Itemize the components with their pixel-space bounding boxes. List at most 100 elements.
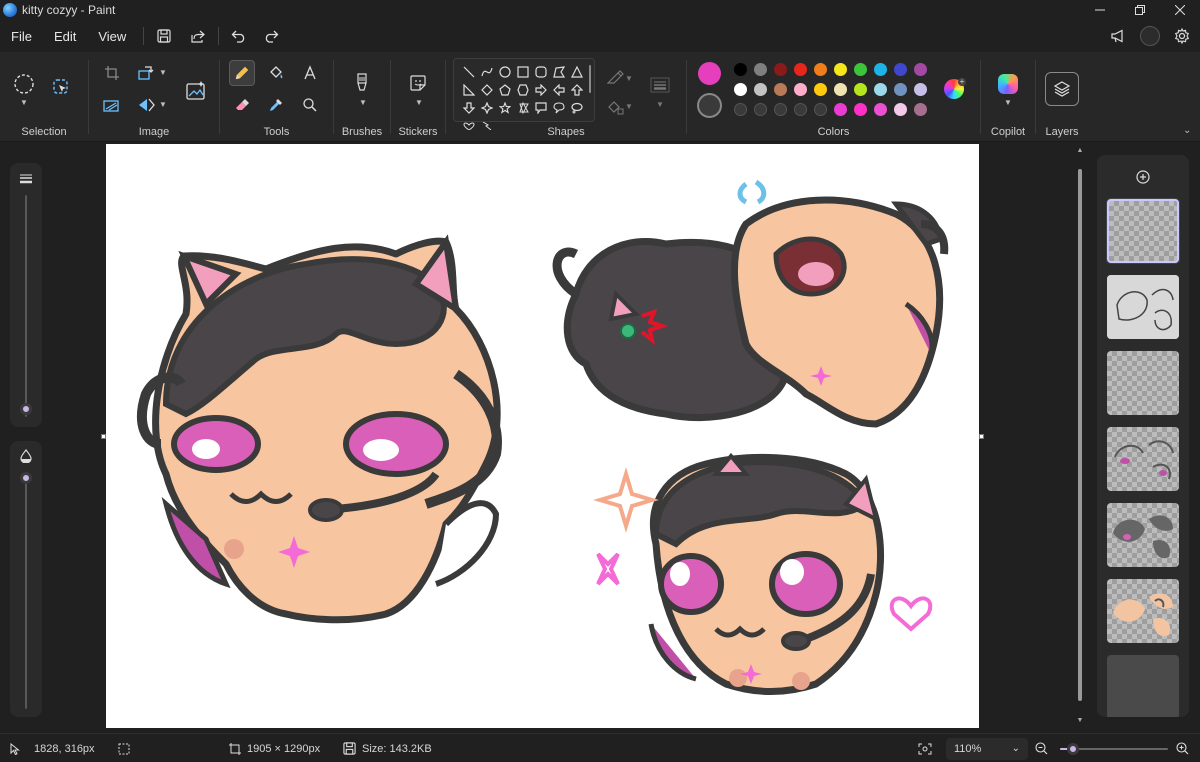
layer-thumbnail[interactable] <box>1107 427 1179 491</box>
four-point-star-shape-icon[interactable] <box>478 99 496 117</box>
share-button[interactable] <box>184 22 212 50</box>
five-point-star-shape-icon[interactable] <box>496 99 514 117</box>
chevron-down-icon[interactable]: ▼ <box>159 100 167 109</box>
chevron-down-icon[interactable]: ▼ <box>1004 98 1012 107</box>
fill-tool-button[interactable] <box>263 60 289 86</box>
line-shape-icon[interactable] <box>460 63 478 81</box>
line-size-button[interactable] <box>648 72 672 98</box>
color-swatch[interactable] <box>894 63 907 76</box>
color-swatch[interactable] <box>914 63 927 76</box>
selection-shape-button[interactable] <box>10 70 38 98</box>
rectangle-shape-icon[interactable] <box>514 63 532 81</box>
menu-view[interactable]: View <box>87 20 137 52</box>
close-button[interactable] <box>1160 0 1200 20</box>
zoom-dropdown[interactable]: 110% ⌄ <box>946 737 1028 760</box>
canvas-vertical-scrollbar[interactable]: ▲ ▼ <box>1076 147 1084 727</box>
up-arrow-shape-icon[interactable] <box>568 81 586 99</box>
color-swatch[interactable] <box>734 63 747 76</box>
color-swatch[interactable] <box>734 103 747 116</box>
minimize-button[interactable] <box>1080 0 1120 20</box>
color-swatch[interactable] <box>914 83 927 96</box>
smart-select-button[interactable] <box>48 74 74 100</box>
size-slider[interactable] <box>25 195 27 417</box>
layer-thumbnail[interactable] <box>1107 275 1179 339</box>
layer-thumbnail[interactable] <box>1107 351 1179 415</box>
eraser-tool-button[interactable] <box>229 92 255 118</box>
chevron-down-icon[interactable]: ▼ <box>359 98 367 107</box>
redo-button[interactable] <box>257 22 285 50</box>
secondary-color-swatch[interactable] <box>697 93 722 118</box>
heart-shape-icon[interactable] <box>460 117 478 135</box>
color-swatch[interactable] <box>754 83 767 96</box>
color-swatch[interactable] <box>854 83 867 96</box>
chevron-down-icon[interactable]: ▼ <box>625 102 633 111</box>
flip-button[interactable] <box>133 92 159 118</box>
drawing-canvas[interactable] <box>106 144 979 728</box>
color-swatch[interactable] <box>874 63 887 76</box>
color-swatch[interactable] <box>834 83 847 96</box>
diamond-shape-icon[interactable] <box>478 81 496 99</box>
account-button[interactable] <box>1136 22 1164 50</box>
oval-shape-icon[interactable] <box>496 63 514 81</box>
color-swatch[interactable] <box>854 63 867 76</box>
settings-button[interactable] <box>1168 22 1196 50</box>
brushes-button[interactable] <box>349 70 375 96</box>
canvas-resize-handle-left[interactable] <box>101 434 106 439</box>
zoom-slider-thumb[interactable] <box>1066 743 1079 755</box>
fit-to-window-button[interactable] <box>918 734 932 762</box>
scroll-down-icon[interactable]: ▼ <box>1076 717 1084 724</box>
edit-colors-button[interactable]: + <box>941 76 967 102</box>
layer-thumbnail[interactable] <box>1107 503 1179 567</box>
color-swatch[interactable] <box>814 63 827 76</box>
left-arrow-shape-icon[interactable] <box>550 81 568 99</box>
chevron-down-icon[interactable]: ▼ <box>656 100 664 109</box>
stickers-button[interactable] <box>405 70 431 96</box>
chevron-down-icon[interactable]: ▼ <box>415 98 423 107</box>
six-point-star-shape-icon[interactable] <box>514 99 532 117</box>
layer-thumbnail[interactable] <box>1107 199 1179 263</box>
right-arrow-shape-icon[interactable] <box>532 81 550 99</box>
down-arrow-shape-icon[interactable] <box>460 99 478 117</box>
zoom-in-button[interactable] <box>1176 734 1189 762</box>
color-swatch[interactable] <box>894 103 907 116</box>
triangle-shape-icon[interactable] <box>568 63 586 81</box>
color-swatch[interactable] <box>794 83 807 96</box>
polygon-shape-icon[interactable] <box>550 63 568 81</box>
hexagon-shape-icon[interactable] <box>514 81 532 99</box>
chevron-down-icon[interactable]: ▼ <box>625 74 633 83</box>
canvas-resize-handle-right[interactable] <box>979 434 984 439</box>
image-generator-button[interactable] <box>181 76 211 106</box>
lightning-shape-icon[interactable] <box>478 117 496 135</box>
color-swatch[interactable] <box>914 103 927 116</box>
color-swatch[interactable] <box>754 63 767 76</box>
curve-shape-icon[interactable] <box>478 63 496 81</box>
right-triangle-shape-icon[interactable] <box>460 81 478 99</box>
copilot-icon[interactable] <box>998 74 1018 94</box>
color-swatch[interactable] <box>894 83 907 96</box>
oval-callout-shape-icon[interactable] <box>550 99 568 117</box>
zoom-slider[interactable] <box>1060 743 1168 755</box>
color-swatch[interactable] <box>774 83 787 96</box>
chevron-down-icon[interactable]: ▼ <box>159 68 167 77</box>
color-picker-button[interactable] <box>263 92 289 118</box>
restore-button[interactable] <box>1120 0 1160 20</box>
zoom-out-button[interactable] <box>1035 734 1048 762</box>
cloud-callout-shape-icon[interactable] <box>568 99 586 117</box>
layer-thumbnail[interactable] <box>1107 579 1179 643</box>
color-swatch[interactable] <box>734 83 747 96</box>
color-swatch[interactable] <box>834 103 847 116</box>
rounded-rectangle-shape-icon[interactable] <box>532 63 550 81</box>
menu-edit[interactable]: Edit <box>43 20 87 52</box>
whats-new-button[interactable] <box>1104 22 1132 50</box>
color-swatch[interactable] <box>774 63 787 76</box>
primary-color-swatch[interactable] <box>698 62 721 85</box>
menu-file[interactable]: File <box>0 20 43 52</box>
rotate-button[interactable] <box>133 60 159 86</box>
add-layer-button[interactable] <box>1133 167 1153 187</box>
color-swatch[interactable] <box>814 103 827 116</box>
rect-callout-shape-icon[interactable] <box>532 99 550 117</box>
shapes-scrollbar[interactable] <box>589 65 591 93</box>
color-swatch[interactable] <box>794 63 807 76</box>
color-swatch[interactable] <box>874 103 887 116</box>
layers-toggle-button[interactable] <box>1045 72 1079 106</box>
